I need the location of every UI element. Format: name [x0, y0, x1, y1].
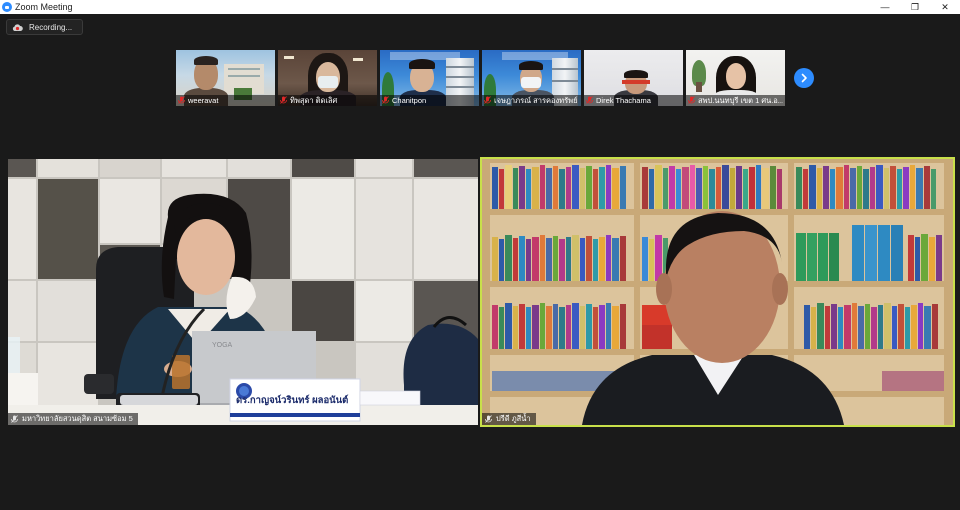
participant-thumbnail[interactable]: ทิพสุดา ติดเลิศ	[278, 50, 377, 106]
mic-muted-icon	[11, 415, 18, 423]
zoom-logo-icon	[2, 2, 12, 12]
mic-muted-icon	[688, 96, 695, 104]
mic-muted-icon	[484, 96, 491, 104]
window-titlebar: Zoom Meeting — ❐ ✕	[0, 0, 960, 14]
participant-name: ปรีดี ภูสีน้ำ	[496, 414, 531, 423]
participant-thumbnail-strip: weeravat ทิพสุดา ติดเลิศ Chanitpon เจษฎา…	[176, 50, 788, 106]
recording-cloud-icon	[12, 24, 23, 31]
participant-name: เจษฎาภรณ์ สารคองทรัพย์	[494, 96, 578, 105]
chevron-right-icon	[801, 73, 807, 83]
video-scene-right	[482, 159, 953, 425]
participant-thumbnail[interactable]: Chanitpon	[380, 50, 479, 106]
video-name-tag: มหาวิทยาลัยสวนดุสิต สนามซ้อม 5	[8, 413, 138, 425]
participant-name: ทิพสุดา ติดเลิศ	[290, 96, 338, 105]
main-video-right-active-speaker[interactable]: ปรีดี ภูสีน้ำ	[480, 157, 955, 427]
video-scene-left: YOGA	[8, 159, 478, 425]
participant-thumbnail[interactable]: เจษฎาภรณ์ สารคองทรัพย์	[482, 50, 581, 106]
mic-muted-icon	[586, 96, 593, 104]
mic-muted-icon	[280, 96, 287, 104]
main-video-left[interactable]: YOGA มหาวิทยาลัยสวนดุสิต สนามซ้อม 5	[8, 159, 478, 425]
participant-thumbnail[interactable]: สพป.นนทบุรี เขต 1 ศน.อ...	[686, 50, 785, 106]
participant-name: Chanitpon	[392, 96, 427, 105]
mic-muted-icon	[178, 96, 185, 104]
recording-indicator[interactable]: Recording...	[6, 19, 83, 35]
mic-muted-icon	[382, 96, 389, 104]
minimize-button[interactable]: —	[870, 0, 900, 14]
name-placard: ดร.กาญจน์วรินทร์ ผลอนันต์	[236, 395, 349, 406]
mic-muted-icon	[485, 415, 492, 423]
close-button[interactable]: ✕	[930, 0, 960, 14]
participant-name: มหาวิทยาลัยสวนดุสิต สนามซ้อม 5	[22, 414, 133, 423]
recording-label: Recording...	[29, 23, 73, 32]
participant-thumbnail[interactable]: Direk Thachama	[584, 50, 683, 106]
participant-thumbnail[interactable]: weeravat	[176, 50, 275, 106]
maximize-button[interactable]: ❐	[900, 0, 930, 14]
window-title: Zoom Meeting	[15, 2, 73, 12]
participant-name: สพป.นนทบุรี เขต 1 ศน.อ...	[698, 96, 783, 105]
participant-name: weeravat	[188, 96, 219, 105]
next-page-button[interactable]	[794, 68, 814, 88]
video-name-tag: ปรีดี ภูสีน้ำ	[482, 413, 536, 425]
participant-name: Direk Thachama	[596, 96, 651, 105]
svg-text:YOGA: YOGA	[212, 342, 233, 349]
